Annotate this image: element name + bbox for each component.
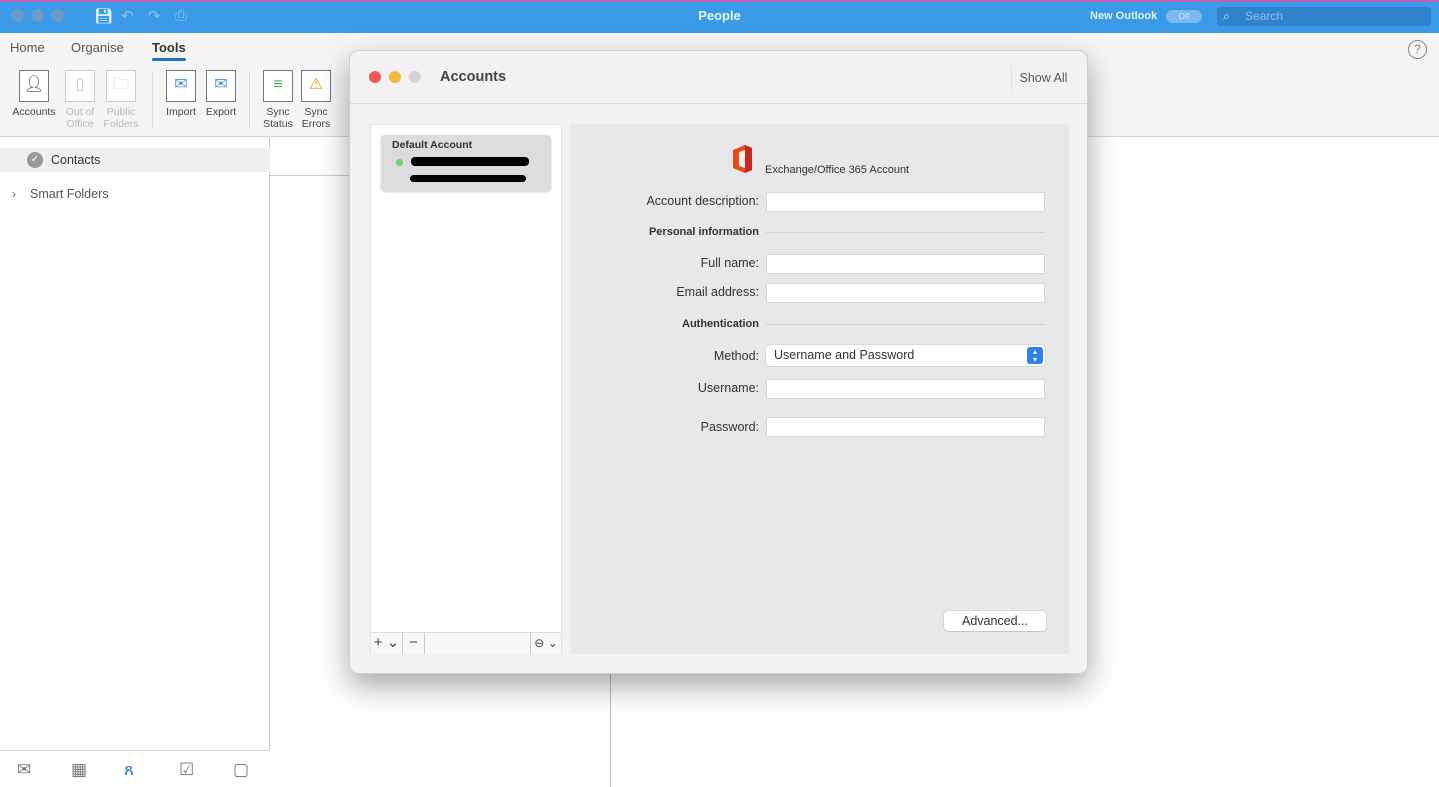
full-name-label: Full name: bbox=[700, 256, 759, 270]
show-all-button[interactable]: Show All bbox=[1011, 66, 1075, 90]
section-heading: Personal information bbox=[648, 226, 759, 238]
method-label: Method: bbox=[713, 349, 759, 363]
import-button[interactable]: ✉ Import bbox=[162, 70, 200, 118]
email-address-input[interactable] bbox=[766, 283, 1045, 303]
status-indicator bbox=[396, 159, 403, 166]
tab-tools[interactable]: Tools bbox=[152, 40, 186, 55]
username-label: Username: bbox=[697, 381, 759, 395]
bottom-nav bbox=[0, 750, 270, 787]
chevron-right-icon[interactable]: › bbox=[12, 187, 16, 201]
remove-account-button[interactable]: − bbox=[403, 633, 425, 654]
button-label: Export bbox=[205, 106, 237, 118]
door-icon: ▯ bbox=[65, 70, 95, 102]
out-of-office-button[interactable]: ▯ Out of Office bbox=[60, 70, 100, 130]
accounts-dialog: Accounts Show All Default Account + ⌄ − … bbox=[349, 50, 1088, 674]
office-365-logo-icon bbox=[733, 145, 752, 173]
divider bbox=[270, 175, 350, 176]
new-outlook-toggle[interactable]: Off bbox=[1166, 10, 1202, 23]
dialog-minimize-button[interactable] bbox=[389, 71, 401, 83]
sidebar bbox=[0, 138, 270, 787]
username-input[interactable] bbox=[766, 379, 1045, 399]
accounts-button[interactable]: 👤︎ Accounts bbox=[10, 70, 58, 118]
public-folders-button[interactable]: 🗀︎ Public Folders bbox=[100, 70, 142, 130]
folder-people-icon: 🗀︎ bbox=[106, 70, 136, 102]
button-label: Sync bbox=[304, 106, 328, 118]
dialog-close-button[interactable] bbox=[369, 71, 381, 83]
divider bbox=[152, 72, 153, 128]
dialog-title: Accounts bbox=[440, 69, 507, 85]
more-options-button[interactable]: ⊖ ⌄ bbox=[530, 633, 561, 654]
mail-icon[interactable]: ✉ bbox=[17, 760, 31, 780]
account-list: Default Account + ⌄ − ⊖ ⌄ bbox=[370, 124, 562, 654]
password-input[interactable] bbox=[766, 417, 1045, 437]
chevron-up-down-icon: ▴ ▾ bbox=[1027, 347, 1043, 364]
sidebar-item-smart-folders[interactable]: Smart Folders bbox=[30, 187, 109, 201]
account-list-toolbar: + ⌄ − ⊖ ⌄ bbox=[371, 632, 561, 654]
redacted-account-name bbox=[411, 157, 529, 166]
section-heading: Authentication bbox=[682, 318, 759, 330]
button-label: Sync bbox=[266, 106, 290, 118]
dialog-zoom-button[interactable] bbox=[409, 71, 421, 83]
full-name-input[interactable] bbox=[766, 254, 1045, 274]
new-outlook-label: New Outlook bbox=[1090, 10, 1158, 22]
email-address-label: Email address: bbox=[676, 285, 759, 299]
notes-icon[interactable]: ▢ bbox=[233, 760, 249, 780]
calendar-icon[interactable]: ▦ bbox=[71, 760, 87, 780]
button-label: Errors bbox=[301, 118, 331, 130]
sync-status-icon: ≡ bbox=[263, 70, 293, 102]
person-icon: 👤︎ bbox=[19, 70, 49, 102]
envelope-export-icon: ✉ bbox=[206, 70, 236, 102]
tasks-icon[interactable]: ☑ bbox=[179, 760, 194, 780]
redacted-account-email bbox=[410, 175, 526, 182]
sync-status-button[interactable]: ≡ Sync Status bbox=[259, 70, 297, 130]
tab-home[interactable]: Home bbox=[10, 40, 45, 55]
sync-errors-button[interactable]: ⚠ Sync Errors bbox=[297, 70, 335, 130]
sidebar-item-label: Contacts bbox=[51, 153, 101, 167]
search-icon: ⌕ bbox=[1223, 9, 1230, 23]
method-select[interactable]: Username and Password ▴ ▾ bbox=[766, 345, 1045, 366]
add-account-button[interactable]: + ⌄ bbox=[371, 633, 403, 654]
button-label: Out of bbox=[65, 106, 95, 118]
method-value: Username and Password bbox=[774, 348, 915, 362]
search-input[interactable]: Search bbox=[1217, 7, 1431, 26]
account-list-item[interactable]: Default Account bbox=[381, 135, 551, 191]
tab-organise[interactable]: Organise bbox=[71, 40, 124, 55]
button-label: Accounts bbox=[12, 106, 56, 118]
button-label: Public bbox=[106, 106, 136, 118]
advanced-button[interactable]: Advanced... bbox=[944, 611, 1046, 631]
active-tab-indicator bbox=[152, 58, 186, 61]
button-label: Office bbox=[66, 118, 94, 130]
export-button[interactable]: ✉ Export bbox=[202, 70, 240, 118]
help-icon[interactable]: ? bbox=[1408, 40, 1427, 59]
people-icon[interactable]: ጸ bbox=[124, 760, 134, 780]
divider bbox=[766, 324, 1045, 325]
warning-icon: ⚠ bbox=[301, 70, 331, 102]
check-icon: ✓ bbox=[27, 152, 43, 168]
account-title: Default Account bbox=[392, 139, 473, 151]
divider bbox=[610, 674, 611, 787]
account-type: Exchange/Office 365 Account bbox=[765, 164, 910, 176]
password-label: Password: bbox=[700, 420, 759, 434]
button-label: Folders bbox=[103, 118, 139, 130]
account-description-input[interactable] bbox=[766, 192, 1045, 212]
divider bbox=[249, 72, 250, 128]
envelope-import-icon: ✉ bbox=[166, 70, 196, 102]
button-label: Status bbox=[263, 118, 293, 130]
divider bbox=[766, 232, 1045, 233]
button-label: Import bbox=[166, 106, 196, 118]
account-settings-panel: Exchange/Office 365 Account Account desc… bbox=[570, 124, 1069, 654]
account-description-label: Account description: bbox=[646, 194, 759, 208]
